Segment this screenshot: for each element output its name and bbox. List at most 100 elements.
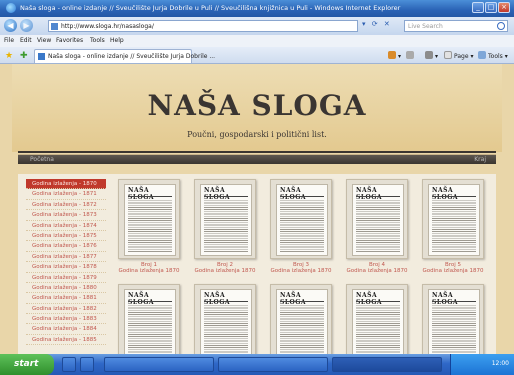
window-titlebar: Naša sloga - online izdanje // Sveučiliš… bbox=[0, 0, 514, 17]
issue-thumbnail[interactable]: NAŠA SLOGA bbox=[270, 179, 332, 259]
window-controls: _ □ × bbox=[472, 2, 510, 13]
issue-thumbnail[interactable]: NAŠA SLOGA bbox=[118, 284, 180, 354]
sidebar-year-item[interactable]: Godina izlaženja - 1878 bbox=[26, 262, 106, 273]
masthead-rule bbox=[280, 301, 324, 302]
taskbar-item-1[interactable] bbox=[104, 357, 214, 372]
address-input[interactable]: http://www.sloga.hr/nasasloga/ bbox=[48, 20, 358, 32]
site-subtitle: Poučni, gospodarski i politični list. bbox=[187, 130, 327, 139]
issue-thumbnail[interactable]: NAŠA SLOGA bbox=[422, 284, 484, 354]
print-icon bbox=[425, 51, 433, 59]
window-title: Naša sloga - online izdanje // Sveučiliš… bbox=[20, 4, 401, 12]
quicklaunch-ie-icon[interactable] bbox=[62, 357, 76, 372]
sidebar-year-item[interactable]: Godina izlaženja - 1880 bbox=[26, 283, 106, 294]
tab-nasa-sloga[interactable]: Naša sloga - online izdanje // Sveučiliš… bbox=[34, 49, 215, 63]
page-icon bbox=[444, 51, 452, 59]
issue-card[interactable]: NAŠA SLOGA bbox=[194, 284, 258, 354]
menu-edit[interactable]: Edit bbox=[20, 37, 32, 44]
masthead-rule bbox=[356, 301, 400, 302]
issue-card[interactable]: NAŠA SLOGA bbox=[346, 284, 410, 354]
issue-thumbnail[interactable]: NAŠA SLOGA bbox=[118, 179, 180, 259]
nav-strip: Početna Kraj bbox=[18, 154, 496, 164]
issue-thumbnail[interactable]: NAŠA SLOGA bbox=[194, 179, 256, 259]
newspaper-page: NAŠA SLOGA bbox=[428, 289, 480, 354]
newspaper-page: NAŠA SLOGA bbox=[276, 184, 328, 256]
sidebar-year-item[interactable]: Godina izlaženja - 1877 bbox=[26, 252, 106, 263]
issue-thumbnail[interactable]: NAŠA SLOGA bbox=[422, 179, 484, 259]
issue-card[interactable]: NAŠA SLOGA Broj 4 Godina izlaženja 1870 bbox=[346, 179, 410, 274]
sidebar-year-item[interactable]: Godina izlaženja - 1876 bbox=[26, 241, 106, 252]
back-arrow-icon[interactable]: ◀ bbox=[4, 19, 17, 32]
page-icon bbox=[51, 23, 58, 30]
newspaper-text bbox=[432, 199, 476, 253]
taskbar-item-2[interactable] bbox=[218, 357, 328, 372]
masthead-rule bbox=[356, 196, 400, 197]
issue-card[interactable]: NAŠA SLOGA Broj 1 Godina izlaženja 1870 bbox=[118, 179, 182, 274]
sidebar-year-item[interactable]: Godina izlaženja - 1875 bbox=[26, 231, 106, 242]
sidebar-year-item[interactable]: Godina izlaženja - 1872 bbox=[26, 200, 106, 211]
tab-bar: ★ ✚ Naša sloga - online izdanje // Sveuč… bbox=[0, 47, 514, 64]
menu-help[interactable]: Help bbox=[110, 37, 124, 44]
issue-thumbnail[interactable]: NAŠA SLOGA bbox=[346, 284, 408, 354]
content-area: Godina izlaženja - 1870 Godina izlaženja … bbox=[18, 174, 496, 354]
refresh-stop-icons[interactable]: ▾ ⟳ ✕ bbox=[362, 20, 392, 28]
issue-card[interactable]: NAŠA SLOGA bbox=[270, 284, 334, 354]
taskbar-item-active[interactable] bbox=[332, 357, 442, 372]
sidebar-year-item[interactable]: Godina izlaženja - 1884 bbox=[26, 324, 106, 335]
issue-card[interactable]: NAŠA SLOGA Broj 3 Godina izlaženja 1870 bbox=[270, 179, 334, 274]
issue-thumbnail[interactable]: NAŠA SLOGA bbox=[346, 179, 408, 259]
masthead-rule bbox=[204, 301, 248, 302]
tools-menu-button[interactable]: Tools ▾ bbox=[478, 51, 508, 60]
masthead-rule bbox=[128, 301, 172, 302]
sidebar-year-item[interactable]: Godina izlaženja - 1882 bbox=[26, 304, 106, 315]
menu-tools[interactable]: Tools bbox=[90, 37, 105, 44]
nav-end-link[interactable]: Kraj bbox=[474, 156, 486, 163]
sidebar-year-item[interactable]: Godina izlaženja - 1885 bbox=[26, 335, 106, 346]
sidebar-year-item[interactable]: Godina izlaženja - 1881 bbox=[26, 293, 106, 304]
search-placeholder: Live Search bbox=[408, 23, 443, 30]
maximize-button[interactable]: □ bbox=[485, 2, 497, 13]
newspaper-text bbox=[356, 199, 400, 253]
favorites-star-icon[interactable]: ★ bbox=[5, 51, 13, 61]
menu-bar: File Edit View Favorites Tools Help bbox=[0, 35, 514, 47]
menu-view[interactable]: View bbox=[37, 37, 51, 44]
issue-thumbnail[interactable]: NAŠA SLOGA bbox=[270, 284, 332, 354]
feeds-button[interactable] bbox=[406, 51, 416, 60]
sidebar-year-item[interactable]: Godina izlaženja - 1871 bbox=[26, 189, 106, 200]
quicklaunch-desktop-icon[interactable] bbox=[80, 357, 94, 372]
newspaper-page: NAŠA SLOGA bbox=[428, 184, 480, 256]
menu-favorites[interactable]: Favorites bbox=[56, 37, 83, 44]
windows-taskbar: start 12:00 bbox=[0, 354, 514, 375]
start-button[interactable]: start bbox=[0, 354, 54, 375]
sidebar-year-item[interactable]: Godina izlaženja - 1873 bbox=[26, 210, 106, 221]
issue-year: Godina izlaženja 1870 bbox=[422, 268, 484, 274]
search-input[interactable]: Live Search bbox=[404, 20, 508, 32]
page-menu-button[interactable]: Page ▾ bbox=[444, 51, 473, 60]
issue-card[interactable]: NAŠA SLOGA bbox=[422, 284, 486, 354]
clock: 12:00 bbox=[491, 360, 509, 367]
newspaper-page: NAŠA SLOGA bbox=[352, 289, 404, 354]
address-toolbar: ◀ ▶ http://www.sloga.hr/nasasloga/ ▾ ⟳ ✕… bbox=[0, 17, 514, 35]
newspaper-page: NAŠA SLOGA bbox=[276, 289, 328, 354]
issue-card[interactable]: NAŠA SLOGA Broj 5 Godina izlaženja 1870 bbox=[422, 179, 486, 274]
feeds-icon bbox=[406, 51, 414, 59]
issue-card[interactable]: NAŠA SLOGA bbox=[118, 284, 182, 354]
sidebar-year-item[interactable]: Godina izlaženja - 1879 bbox=[26, 273, 106, 283]
menu-file[interactable]: File bbox=[4, 37, 14, 44]
issue-card[interactable]: NAŠA SLOGA Broj 2 Godina izlaženja 1870 bbox=[194, 179, 258, 274]
newspaper-page: NAŠA SLOGA bbox=[352, 184, 404, 256]
sidebar-year-item[interactable]: Godina izlaženja - 1883 bbox=[26, 314, 106, 325]
issue-thumbnail[interactable]: NAŠA SLOGA bbox=[194, 284, 256, 354]
add-favorites-icon[interactable]: ✚ bbox=[20, 51, 28, 61]
home-button[interactable]: ▾ bbox=[388, 51, 401, 60]
minimize-button[interactable]: _ bbox=[472, 2, 484, 13]
newspaper-text bbox=[128, 199, 172, 253]
nav-home-link[interactable]: Početna bbox=[30, 156, 54, 163]
close-button[interactable]: × bbox=[498, 2, 510, 13]
sidebar-year-item[interactable]: Godina izlaženja - 1874 bbox=[26, 221, 106, 231]
sidebar-year-item[interactable]: Godina izlaženja - 1870 bbox=[26, 179, 106, 190]
search-icon[interactable] bbox=[497, 22, 505, 30]
issue-year: Godina izlaženja 1870 bbox=[118, 268, 180, 274]
forward-arrow-icon[interactable]: ▶ bbox=[20, 19, 33, 32]
site-title: NAŠA SLOGA bbox=[147, 89, 367, 122]
print-button[interactable]: ▾ bbox=[425, 51, 438, 60]
